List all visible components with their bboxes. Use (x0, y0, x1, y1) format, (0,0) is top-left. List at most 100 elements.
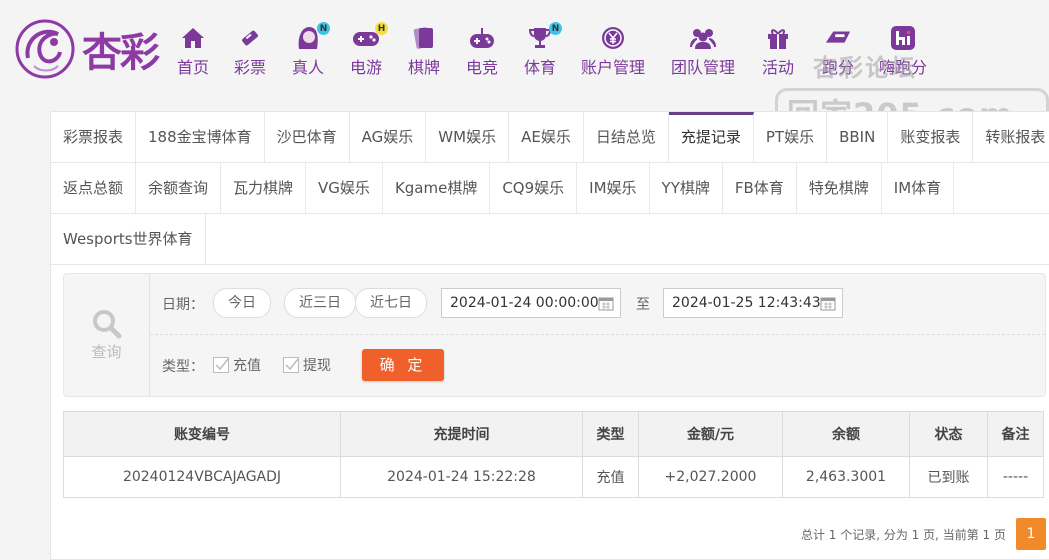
esports-controller-icon (470, 28, 494, 48)
nav-label-live: 真人 (291, 58, 324, 77)
nav-item-account[interactable]: 账户管理 (578, 24, 648, 78)
tab-saba-sports[interactable]: 沙巴体育 (265, 112, 350, 162)
checkbox-icon[interactable] (283, 357, 299, 373)
nav-item-live[interactable]: N 真人 (288, 22, 330, 78)
tab-lottery-report[interactable]: 彩票报表 (51, 112, 137, 162)
table-row: 20240124VBCAJAGADJ 2024-01-24 15:22:28 充… (63, 456, 1044, 498)
lottery-icon (242, 30, 258, 46)
nav-badge-hot: H (375, 22, 388, 35)
logo-text: 杏彩 (82, 30, 160, 76)
top-header: 杏彩 首页 彩票 N 真人 H 电游 棋牌 电竞 N 体育 账户管理 团队管理 … (0, 0, 1049, 134)
tab-188-sports[interactable]: 188金宝博体育 (136, 112, 265, 162)
tab-cq9[interactable]: CQ9娱乐 (490, 163, 578, 213)
report-tabs: 彩票报表 188金宝博体育 沙巴体育 AG娱乐 WM娱乐 AE娱乐 日结总览 充… (51, 112, 1049, 265)
tab-wesports[interactable]: Wesports世界体育 (51, 214, 206, 264)
run-score-icon (825, 31, 851, 43)
end-date-input[interactable]: 2024-01-25 12:43:43 (663, 288, 843, 318)
start-date-value: 2024-01-24 00:00:00 (450, 295, 599, 311)
cell-amount: +2,027.2000 (638, 456, 783, 498)
tab-kgame-chess[interactable]: Kgame棋牌 (383, 163, 491, 213)
records-table: 账变编号 充提时间 类型 金额/元 余额 状态 备注 20240124VBCAJ… (63, 411, 1044, 498)
col-remark: 备注 (987, 411, 1044, 457)
last-three-days-button[interactable]: 近三日 (284, 288, 356, 318)
tab-im-sports[interactable]: IM体育 (882, 163, 955, 213)
col-balance: 余额 (782, 411, 910, 457)
page-button-current[interactable]: 1 (1016, 518, 1046, 550)
cell-transaction-id: 20240124VBCAJAGADJ (63, 456, 341, 498)
confirm-button[interactable]: 确 定 (362, 349, 444, 381)
tab-wm[interactable]: WM娱乐 (426, 112, 510, 162)
report-panel: 彩票报表 188金宝博体育 沙巴体育 AG娱乐 WM娱乐 AE娱乐 日结总览 充… (50, 111, 1049, 560)
tab-rebate-total[interactable]: 返点总额 (51, 163, 137, 213)
cell-time: 2024-01-24 15:22:28 (340, 456, 583, 498)
pagination-summary: 总计 1 个记录, 分为 1 页, 当前第 1 页 (800, 527, 1006, 542)
search-icon (92, 309, 121, 338)
tab-temian-chess[interactable]: 特免棋牌 (797, 163, 882, 213)
today-button[interactable]: 今日 (213, 288, 271, 318)
nav-item-chess[interactable]: 棋牌 (404, 24, 444, 78)
type-label: 类型： (162, 359, 204, 375)
forum-watermark: 杏彩论坛 回家205.com (775, 48, 1049, 134)
nav-item-team[interactable]: 团队管理 (668, 24, 738, 78)
query-label: 查询 (91, 342, 122, 361)
tab-row-3: Wesports世界体育 (51, 214, 1049, 265)
date-filter-row: 日期： 今日 近三日 近七日 2024-01-24 00:00:00 至 202… (150, 274, 1045, 335)
col-transaction-id: 账变编号 (63, 411, 341, 457)
checkbox-icon[interactable] (213, 357, 229, 373)
query-form: 查询 日期： 今日 近三日 近七日 2024-01-24 00:00:00 至 … (63, 273, 1046, 397)
tab-row-1: 彩票报表 188金宝博体育 沙巴体育 AG娱乐 WM娱乐 AE娱乐 日结总览 充… (51, 112, 1049, 163)
tab-transfer-report[interactable]: 转账报表 (973, 112, 1049, 162)
nav-label-chess: 棋牌 (407, 58, 440, 77)
nav-label-sports: 体育 (523, 58, 556, 77)
tab-bbin[interactable]: BBIN (827, 112, 889, 162)
nav-item-home[interactable]: 首页 (172, 24, 214, 78)
cards-icon (413, 27, 433, 49)
nav-label-home: 首页 (176, 58, 209, 77)
start-date-input[interactable]: 2024-01-24 00:00:00 (441, 288, 621, 318)
tab-balance-query[interactable]: 余额查询 (136, 163, 222, 213)
calendar-icon[interactable] (598, 295, 614, 311)
nav-label-esports: 电竞 (465, 58, 498, 77)
tab-im[interactable]: IM娱乐 (577, 163, 650, 213)
tab-vg[interactable]: VG娱乐 (306, 163, 383, 213)
tab-account-change-report[interactable]: 账变报表 (888, 112, 974, 162)
nav-label-slots: 电游 (349, 58, 382, 77)
date-range-to-label: 至 (636, 297, 650, 313)
logo-emblem-icon (15, 19, 75, 79)
site-logo[interactable]: 杏彩 (14, 18, 160, 80)
tab-fb-sports[interactable]: FB体育 (723, 163, 797, 213)
last-seven-days-button[interactable]: 近七日 (355, 288, 427, 318)
nav-item-esports[interactable]: 电竞 (462, 24, 502, 78)
tab-ag[interactable]: AG娱乐 (350, 112, 427, 162)
tab-yy-chess[interactable]: YY棋牌 (650, 163, 723, 213)
nav-item-lottery[interactable]: 彩票 (230, 24, 270, 78)
cell-balance: 2,463.3001 (782, 456, 910, 498)
cell-status: 已到账 (909, 456, 988, 498)
date-label: 日期： (162, 297, 204, 313)
home-icon (182, 28, 204, 48)
withdraw-checkbox[interactable]: 提现 (283, 355, 331, 375)
nav-label-lottery: 彩票 (233, 58, 266, 77)
cell-type: 充值 (582, 456, 639, 498)
nav-badge-new: N (549, 22, 562, 35)
col-time: 充提时间 (340, 411, 583, 457)
nav-label-team: 团队管理 (670, 58, 735, 77)
deposit-checkbox[interactable]: 充值 (213, 355, 261, 375)
cell-remark: ----- (987, 456, 1044, 498)
watermark-top-text: 杏彩论坛 (813, 54, 917, 82)
tab-ae[interactable]: AE娱乐 (509, 112, 584, 162)
nav-item-sports[interactable]: N 体育 (520, 22, 562, 78)
query-icon-area: 查询 (64, 274, 150, 396)
col-type: 类型 (582, 411, 639, 457)
tab-wali-chess[interactable]: 瓦力棋牌 (221, 163, 307, 213)
tab-pt[interactable]: PT娱乐 (754, 112, 828, 162)
calendar-icon[interactable] (820, 295, 836, 311)
tab-row-2: 返点总额 余额查询 瓦力棋牌 VG娱乐 Kgame棋牌 CQ9娱乐 IM娱乐 Y… (51, 163, 1049, 214)
tab-daily-overview[interactable]: 日结总览 (584, 112, 669, 162)
nav-label-account: 账户管理 (580, 58, 645, 77)
col-amount: 金额/元 (638, 411, 783, 457)
deposit-checkbox-label: 充值 (233, 358, 261, 374)
pagination: 总计 1 个记录, 分为 1 页, 当前第 1 页 1 (801, 518, 1046, 550)
tab-deposit-withdraw-records[interactable]: 充提记录 (668, 112, 754, 162)
nav-item-slots[interactable]: H 电游 (346, 22, 388, 78)
